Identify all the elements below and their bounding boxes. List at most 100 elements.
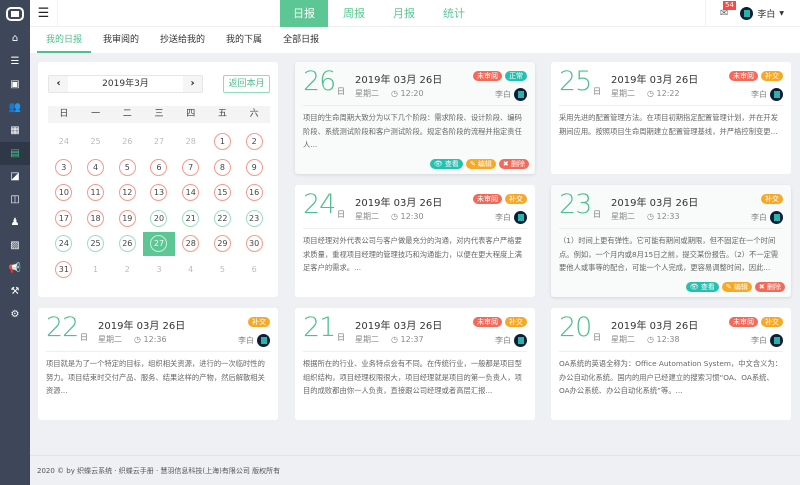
report-card[interactable]: 26 日 2019年 03月 26日 星期二 ◷ 12:20 未审阅 正常 李白 项目的生命周期… xyxy=(295,62,535,174)
calendar-day-other[interactable]: 24 xyxy=(48,129,80,155)
calendar-day[interactable]: 6 xyxy=(143,155,175,181)
calendar-day-number: 25 xyxy=(87,235,105,253)
calendar-day[interactable]: 19 xyxy=(111,206,143,232)
menu-toggle-button[interactable]: ☰ xyxy=(30,0,58,27)
calendar-day[interactable]: 5 xyxy=(111,155,143,181)
report-card[interactable]: 22 日 2019年 03月 26日 星期二 ◷ 12:36 补交 李白 项目就是为了一个特定… xyxy=(38,308,278,420)
calendar-day[interactable]: 9 xyxy=(238,155,270,181)
edit-button[interactable]: ✎ 编辑 xyxy=(465,159,496,169)
report-day-unit: 日 xyxy=(593,333,601,342)
logo[interactable] xyxy=(0,0,30,27)
report-icon: ▤ xyxy=(10,148,20,159)
sidebar-item-settings[interactable]: ⚙ xyxy=(0,303,30,326)
sidebar-item-eraser[interactable]: ◪ xyxy=(0,165,30,188)
calendar-day[interactable]: 30 xyxy=(238,231,270,257)
calendar-day[interactable]: 18 xyxy=(80,206,112,232)
sidebar-item-megaphone[interactable]: 📢 xyxy=(0,257,30,280)
subtab-2[interactable]: 抄送给我的 xyxy=(151,27,214,53)
sidebar-item-briefcase[interactable]: ▣ xyxy=(0,73,30,96)
sidebar-item-person[interactable]: ♟ xyxy=(0,211,30,234)
calendar-day[interactable]: 16 xyxy=(238,180,270,206)
report-card[interactable]: 20 日 2019年 03月 26日 星期二 ◷ 12:38 未审阅 补交 李白 OA系统的英语… xyxy=(551,308,791,420)
calendar-day-number: 6 xyxy=(150,158,168,176)
calendar-day[interactable]: 20 xyxy=(143,206,175,232)
next-month-button[interactable]: › xyxy=(183,76,202,92)
calendar-day[interactable]: 23 xyxy=(238,206,270,232)
prev-month-button[interactable]: ‹ xyxy=(49,76,68,92)
calendar-day-other[interactable]: 26 xyxy=(111,129,143,155)
tab-3[interactable]: 统计 xyxy=(430,0,478,27)
calendar-day[interactable]: 15 xyxy=(207,180,239,206)
sidebar-item-image[interactable]: ▨ xyxy=(0,234,30,257)
calendar-day-number: 2 xyxy=(245,133,263,151)
tab-0[interactable]: 日报 xyxy=(280,0,328,27)
calendar-day[interactable]: 27 xyxy=(143,232,175,256)
calendar-day-other[interactable]: 6 xyxy=(238,257,270,283)
calendar-day[interactable]: 14 xyxy=(175,180,207,206)
report-card[interactable]: 23 日 2019年 03月 26日 星期二 ◷ 12:33 补交 李白 （1）时间上更有弹性… xyxy=(551,185,791,297)
back-to-current-month-button[interactable]: 返回本月 xyxy=(223,75,270,93)
report-type-tabs: 日报 周报 月报 统计 xyxy=(280,0,480,27)
calendar-day-number: 30 xyxy=(245,235,263,253)
calendar-day-other[interactable]: 2 xyxy=(111,257,143,283)
subtab-4[interactable]: 全部日报 xyxy=(274,27,328,53)
calendar-day[interactable]: 21 xyxy=(175,206,207,232)
report-tags: 未审阅 正常 xyxy=(473,71,527,81)
sidebar-item-columns[interactable]: ◫ xyxy=(0,188,30,211)
subtab-0[interactable]: 我的日报 xyxy=(37,27,92,53)
report-actions: 👁 查看 ✎ 编辑 ✖ 删除 xyxy=(429,159,529,169)
calendar-day[interactable]: 7 xyxy=(175,155,207,181)
sidebar-item-list[interactable]: ☰ xyxy=(0,50,30,73)
calendar-day[interactable]: 31 xyxy=(48,257,80,283)
sidebar-item-home[interactable]: ⌂ xyxy=(0,27,30,50)
calendar-day[interactable]: 24 xyxy=(48,231,80,257)
sidebar-item-report[interactable]: ▤ xyxy=(0,142,30,165)
eye-icon: 👁 xyxy=(433,160,445,168)
tab-2[interactable]: 月报 xyxy=(380,0,428,27)
calendar-day[interactable]: 3 xyxy=(48,155,80,181)
calendar-day[interactable]: 1 xyxy=(207,129,239,155)
report-day: 24 xyxy=(303,189,336,220)
subtab-3[interactable]: 我的下属 xyxy=(217,27,271,53)
view-button[interactable]: 👁 查看 xyxy=(429,159,463,169)
tab-1[interactable]: 周报 xyxy=(330,0,378,27)
calendar-day-other[interactable]: 3 xyxy=(143,257,175,283)
calendar-day-other[interactable]: 5 xyxy=(207,257,239,283)
calendar-day-other[interactable]: 27 xyxy=(143,129,175,155)
calendar-day[interactable]: 28 xyxy=(175,231,207,257)
view-label: 查看 xyxy=(700,283,715,291)
sidebar-item-gavel[interactable]: ⚒ xyxy=(0,280,30,303)
calendar-day[interactable]: 29 xyxy=(207,231,239,257)
sidebar-item-users[interactable]: 👥 xyxy=(0,96,30,119)
delete-button[interactable]: ✖ 删除 xyxy=(754,282,785,292)
report-card[interactable]: 21 日 2019年 03月 26日 星期二 ◷ 12:37 未审阅 补交 李白 根据所在的行业… xyxy=(295,308,535,420)
calendar-day[interactable]: 13 xyxy=(143,180,175,206)
notification-button[interactable]: ✉ 54 xyxy=(720,1,736,19)
view-button[interactable]: 👁 查看 xyxy=(685,282,719,292)
calendar-day[interactable]: 8 xyxy=(207,155,239,181)
calendar-day[interactable]: 4 xyxy=(80,155,112,181)
calendar-day-other[interactable]: 25 xyxy=(80,129,112,155)
calendar-day[interactable]: 2 xyxy=(238,129,270,155)
calendar-day[interactable]: 10 xyxy=(48,180,80,206)
calendar-day-other[interactable]: 1 xyxy=(80,257,112,283)
delete-button[interactable]: ✖ 删除 xyxy=(498,159,529,169)
notification-badge: 54 xyxy=(723,1,736,10)
calendar-day[interactable]: 22 xyxy=(207,206,239,232)
calendar-day-other[interactable]: 4 xyxy=(175,257,207,283)
report-card[interactable]: 25 日 2019年 03月 26日 星期二 ◷ 12:22 未审阅 补交 李白 采用先进的配置… xyxy=(551,62,791,174)
calendar-day-other[interactable]: 28 xyxy=(175,129,207,155)
sidebar-item-calendar[interactable]: ▦ xyxy=(0,119,30,142)
clock-icon: ◷ xyxy=(391,335,401,344)
users-icon: 👥 xyxy=(8,102,22,113)
calendar-day[interactable]: 25 xyxy=(80,231,112,257)
calendar-day[interactable]: 26 xyxy=(111,231,143,257)
calendar-day[interactable]: 17 xyxy=(48,206,80,232)
calendar-day[interactable]: 12 xyxy=(111,180,143,206)
user-menu[interactable]: 李白 ▼ xyxy=(740,7,784,20)
edit-button[interactable]: ✎ 编辑 xyxy=(721,282,752,292)
report-card[interactable]: 24 日 2019年 03月 26日 星期二 ◷ 12:30 未审阅 补交 李白 项目经理对外代… xyxy=(295,185,535,297)
calendar-day[interactable]: 11 xyxy=(80,180,112,206)
calendar-day-number: 9 xyxy=(245,158,263,176)
subtab-1[interactable]: 我审阅的 xyxy=(94,27,148,53)
